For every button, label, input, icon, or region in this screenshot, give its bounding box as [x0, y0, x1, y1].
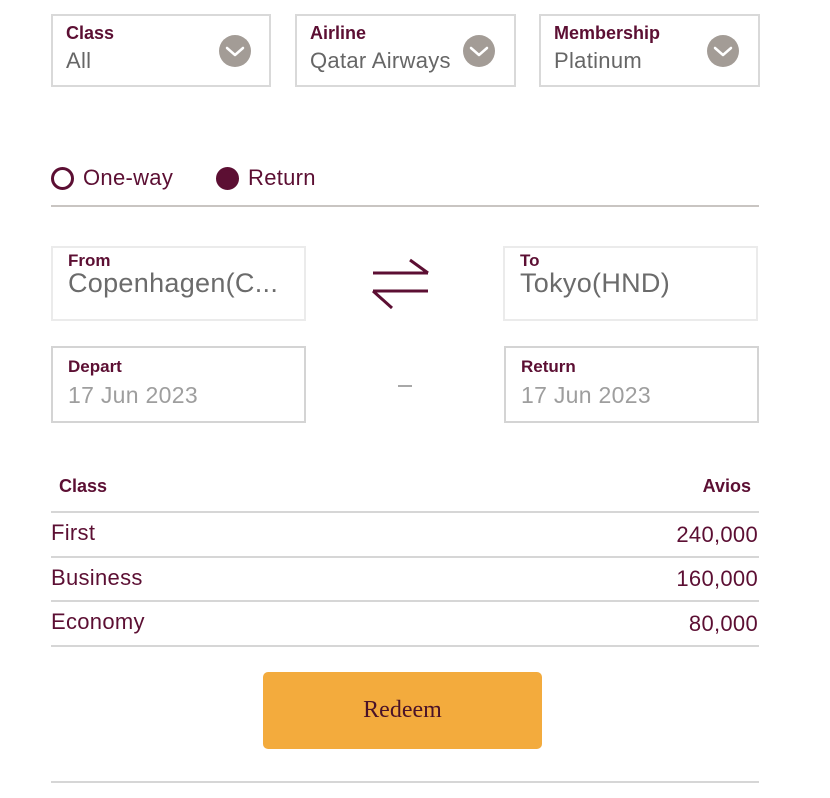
airline-select-value: Qatar Airways [310, 48, 451, 73]
membership-select-value: Platinum [554, 48, 642, 73]
table-divider [51, 511, 759, 513]
chevron-down-icon[interactable] [219, 35, 251, 67]
return-value[interactable]: 17 Jun 2023 [521, 382, 651, 409]
chevron-down-icon[interactable] [707, 35, 739, 67]
table-cell-class: Economy [51, 609, 145, 634]
radio-return-label: Return [248, 165, 316, 190]
table-divider [51, 645, 759, 647]
table-divider [51, 600, 759, 602]
airline-select[interactable]: Airline Qatar Airways [295, 14, 516, 87]
divider [51, 205, 759, 207]
radio-checked-icon[interactable] [216, 166, 239, 190]
to-field[interactable]: To Tokyo(HND) [503, 246, 758, 321]
radio-one-way-label: One-way [83, 165, 174, 190]
to-value[interactable]: Tokyo(HND) [520, 268, 670, 299]
return-date-field[interactable]: Return 17 Jun 2023 [504, 346, 759, 423]
table-cell-class: Business [51, 565, 143, 590]
membership-select[interactable]: Membership Platinum [539, 14, 760, 87]
table-divider [51, 556, 759, 558]
depart-label: Depart [68, 357, 122, 376]
table-header-class: Class [59, 476, 108, 496]
from-value[interactable]: Copenhagen(C... [68, 268, 278, 299]
membership-select-label: Membership [554, 23, 661, 43]
date-separator [398, 385, 412, 387]
table-cell-avios: 80,000 [688, 611, 758, 636]
table-cell-class: First [51, 520, 96, 545]
swap-arrows-icon[interactable] [370, 258, 432, 310]
chevron-down-icon[interactable] [463, 35, 495, 67]
airline-select-label: Airline [310, 23, 367, 43]
divider [51, 781, 759, 783]
table-cell-avios: 240,000 [676, 522, 758, 547]
redeem-button[interactable]: Redeem [263, 672, 542, 749]
class-select[interactable]: Class All [51, 14, 271, 87]
depart-date-field[interactable]: Depart 17 Jun 2023 [51, 346, 306, 423]
radio-unchecked-icon[interactable] [51, 166, 74, 190]
table-header-avios: Avios [702, 476, 751, 496]
radio-one-way[interactable]: One-way [51, 165, 173, 191]
class-select-label: Class [66, 23, 115, 43]
table-cell-avios: 160,000 [676, 566, 758, 591]
return-label: Return [521, 357, 576, 376]
from-field[interactable]: From Copenhagen(C... [51, 246, 306, 321]
depart-value[interactable]: 17 Jun 2023 [68, 382, 198, 409]
radio-return[interactable]: Return [216, 165, 316, 191]
class-select-value: All [66, 48, 92, 73]
